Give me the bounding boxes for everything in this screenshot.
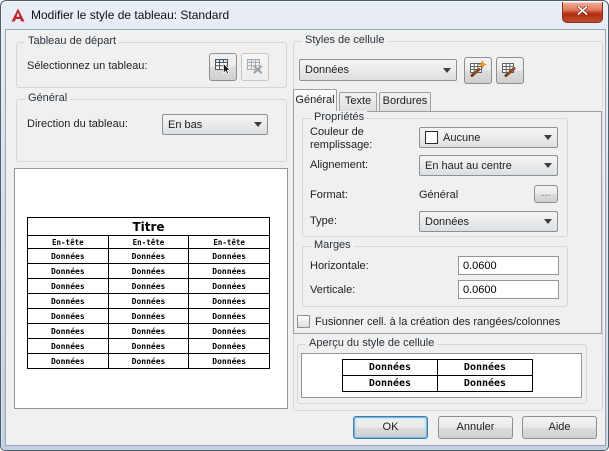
preview-cell: Données <box>27 338 109 354</box>
help-button[interactable]: Aide <box>522 416 597 439</box>
preview-cell: Données <box>188 308 270 324</box>
format-ellipsis-button[interactable]: ... <box>534 185 558 203</box>
delete-table-icon <box>246 57 264 78</box>
autocad-app-icon <box>10 7 26 23</box>
preview-cell: Données <box>188 293 270 309</box>
table-preview: Titre En-tête En-tête En-tête Données Données… <box>27 217 270 369</box>
preview-cell: Données <box>437 375 533 392</box>
preview-cell: Données <box>188 338 270 354</box>
fill-color-select[interactable]: Aucune <box>419 127 558 148</box>
preview-cell: Données <box>107 278 190 294</box>
preview-cell: Données <box>342 359 438 376</box>
preview-cell: Données <box>27 308 109 324</box>
cell-style-value: Données <box>305 64 350 76</box>
alignment-value: En haut au centre <box>425 159 512 172</box>
select-table-button[interactable] <box>209 53 237 81</box>
preview-cell: Données <box>188 323 270 339</box>
type-label: Type: <box>310 215 337 227</box>
horizontal-margin-label: Horizontale: <box>310 260 369 272</box>
cell-styles-group-label: Styles de cellule <box>302 34 388 46</box>
preview-title-cell: Titre <box>27 217 270 236</box>
horizontal-margin-input[interactable] <box>458 256 559 275</box>
alignment-select[interactable]: En haut au centre <box>419 155 558 176</box>
tab-bordures-label: Bordures <box>382 95 428 107</box>
tab-texte[interactable]: Texte <box>339 92 377 111</box>
tab-bordures[interactable]: Bordures <box>379 92 431 111</box>
preview-cell: Données <box>107 353 190 369</box>
properties-group-label: Propriétés <box>311 111 368 123</box>
starting-table-group-label: Tableau de départ <box>25 35 120 47</box>
table-preview-panel: Titre En-tête En-tête En-tête Données Données… <box>14 168 288 409</box>
preview-cell: Données <box>107 338 190 354</box>
preview-cell: Données <box>27 323 109 339</box>
chevron-down-icon <box>254 122 262 127</box>
window-title: Modifier le style de tableau: Standard <box>31 8 230 22</box>
type-value: Données <box>425 215 470 228</box>
merge-cells-label: Fusionner cell. à la création des rangée… <box>315 316 561 328</box>
preview-cell: En-tête <box>27 235 109 249</box>
preview-cell: Données <box>27 248 109 264</box>
fill-color-label: Couleur de remplissage: <box>310 126 373 151</box>
preview-cell: En-tête <box>188 235 270 249</box>
chevron-down-icon <box>544 135 552 140</box>
cancel-button[interactable]: Annuler <box>438 416 513 439</box>
preview-cell: Données <box>27 278 109 294</box>
general-left-group-label: Général <box>25 92 71 104</box>
manage-cell-style-icon <box>501 60 519 81</box>
format-label: Format: <box>310 189 348 201</box>
preview-cell: Données <box>437 359 533 376</box>
close-button[interactable] <box>562 2 603 23</box>
tab-general-label: Général <box>295 94 335 106</box>
vertical-margin-input[interactable] <box>458 280 559 299</box>
close-icon <box>577 5 588 18</box>
preview-cell: Données <box>342 375 438 392</box>
chevron-down-icon <box>544 219 552 224</box>
preview-cell: Données <box>188 263 270 279</box>
table-direction-select[interactable]: En bas <box>162 114 268 135</box>
preview-cell: Données <box>188 278 270 294</box>
fill-color-swatch <box>425 131 438 144</box>
remove-table-button <box>241 53 269 81</box>
preview-cell: Données <box>107 248 190 264</box>
table-direction-label: Direction du tableau: <box>27 118 128 130</box>
preview-cell: Données <box>27 263 109 279</box>
preview-cell: Données <box>107 293 190 309</box>
preview-cell: Données <box>188 353 270 369</box>
format-value: Général <box>419 189 459 201</box>
merge-cells-checkbox[interactable] <box>297 315 310 328</box>
cell-style-preview-table: Données Données Données Données <box>342 359 533 392</box>
create-cell-style-button[interactable] <box>464 57 492 84</box>
select-table-label: Sélectionnez un tableau: <box>27 60 148 72</box>
cell-style-preview-group-label: Aperçu du style de cellule <box>306 337 438 349</box>
dialog-window: Modifier le style de tableau: Standard T… <box>0 0 609 451</box>
preview-cell: Données <box>27 293 109 309</box>
select-table-icon <box>214 57 232 78</box>
preview-cell: En-tête <box>107 235 190 249</box>
table-direction-value: En bas <box>168 118 203 131</box>
manage-cell-styles-button[interactable] <box>496 57 524 84</box>
cell-style-select[interactable]: Données <box>299 59 457 81</box>
cell-style-preview-panel: Données Données Données Données <box>301 353 582 398</box>
tab-texte-label: Texte <box>344 95 372 107</box>
preview-cell: Données <box>107 263 190 279</box>
tab-general[interactable]: Général <box>293 89 337 112</box>
preview-cell: Données <box>188 248 270 264</box>
alignment-label: Alignement: <box>310 159 369 171</box>
preview-cell: Données <box>27 353 109 369</box>
preview-cell: Données <box>107 308 190 324</box>
chevron-down-icon <box>443 67 451 73</box>
type-select[interactable]: Données <box>419 211 558 232</box>
ok-button[interactable]: OK <box>353 416 428 439</box>
new-cell-style-icon <box>469 60 487 81</box>
margins-group-label: Marges <box>311 239 354 251</box>
fill-color-value: Aucune <box>443 131 481 144</box>
chevron-down-icon <box>544 163 552 168</box>
vertical-margin-label: Verticale: <box>310 284 356 296</box>
preview-cell: Données <box>107 323 190 339</box>
